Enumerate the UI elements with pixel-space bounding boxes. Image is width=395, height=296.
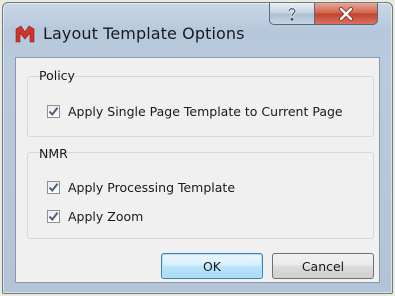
checkmark-icon: [48, 211, 59, 221]
app-logo-icon: [15, 25, 35, 43]
checkmark-icon: [48, 106, 59, 116]
cancel-button[interactable]: Cancel: [272, 253, 374, 279]
dialog-content: Policy Apply Single Page Template to Cur…: [15, 57, 380, 283]
apply-single-page-template-checkbox[interactable]: [47, 104, 60, 118]
apply-single-page-template-label: Apply Single Page Template to Current Pa…: [68, 103, 343, 119]
apply-processing-template-option[interactable]: Apply Processing Template: [47, 178, 235, 196]
question-mark-icon: [287, 6, 297, 21]
policy-group-label: Policy: [39, 68, 75, 83]
dialog-window: Layout Template Options Policy Apply Sin…: [2, 2, 393, 294]
close-button[interactable]: [314, 3, 378, 25]
ok-button[interactable]: OK: [161, 253, 263, 279]
apply-zoom-option[interactable]: Apply Zoom: [47, 207, 143, 225]
apply-zoom-checkbox[interactable]: [47, 209, 60, 223]
title-bar[interactable]: Layout Template Options: [3, 3, 392, 59]
apply-single-page-template-option[interactable]: Apply Single Page Template to Current Pa…: [47, 102, 343, 120]
close-icon: [339, 6, 353, 21]
apply-processing-template-checkbox[interactable]: [47, 180, 60, 194]
window-title: Layout Template Options: [43, 24, 245, 43]
apply-processing-template-label: Apply Processing Template: [68, 179, 236, 195]
nmr-group-label: NMR: [39, 146, 68, 161]
help-button[interactable]: [269, 3, 315, 25]
apply-zoom-label: Apply Zoom: [68, 208, 144, 224]
checkmark-icon: [48, 182, 59, 192]
